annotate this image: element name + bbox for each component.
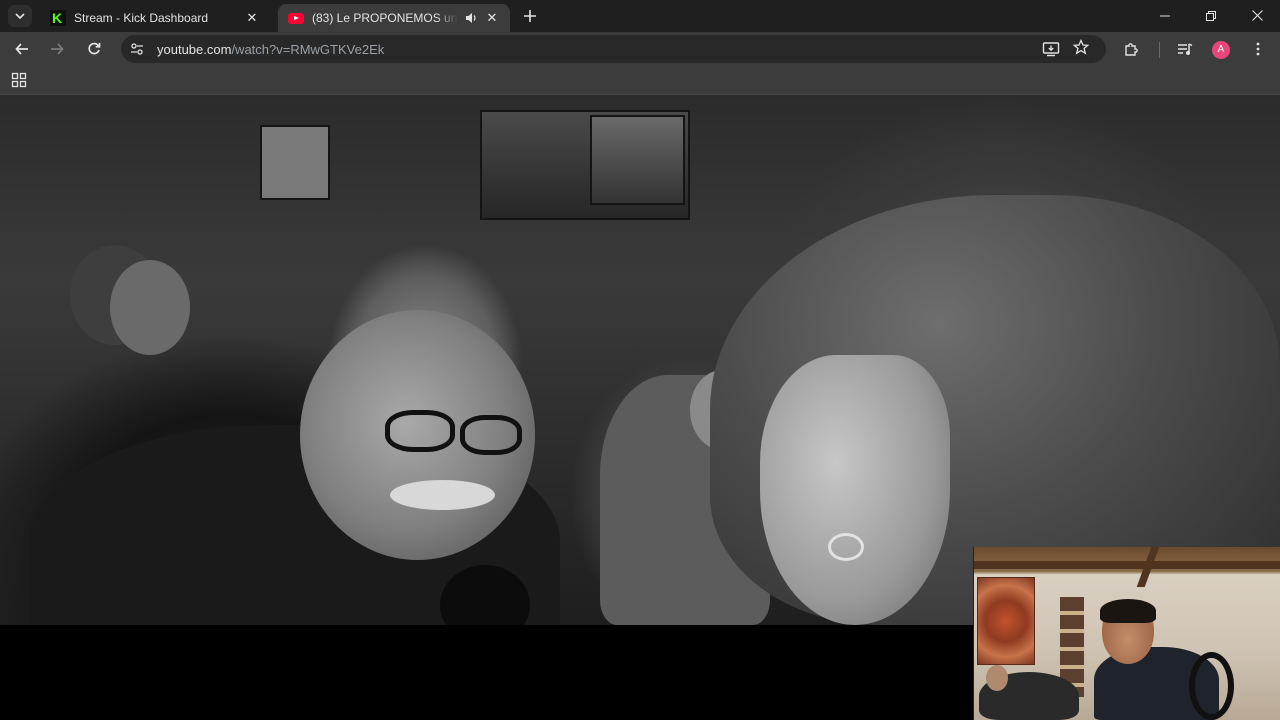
url-path: /watch?v=RMwGTKVe2Ek <box>231 42 385 57</box>
tab-youtube-video[interactable]: (83) Le PROPONEMOS un D ✕ <box>278 4 510 32</box>
close-tab-icon[interactable]: ✕ <box>484 10 500 26</box>
minimize-icon <box>1160 15 1170 17</box>
install-app-icon[interactable] <box>1042 40 1060 58</box>
tab-title: Stream - Kick Dashboard <box>74 11 209 25</box>
plus-icon <box>524 10 536 22</box>
close-window-button[interactable] <box>1234 0 1280 32</box>
profile-avatar[interactable]: A <box>1212 41 1230 59</box>
chair <box>1189 652 1234 720</box>
restore-button[interactable] <box>1188 0 1234 32</box>
toolbar: youtube.com/watch?v=RMwGTKVe2Ek A <box>0 32 1280 66</box>
interviewer-face <box>760 355 950 625</box>
background-person <box>110 260 190 355</box>
apps-grid-icon[interactable] <box>11 72 27 88</box>
bookmark-button[interactable] <box>1072 38 1090 57</box>
new-tab-button[interactable] <box>520 6 540 26</box>
webcam-overlay <box>973 547 1280 720</box>
toolbar-divider <box>1159 42 1160 58</box>
tab-title: (83) Le PROPONEMOS un D <box>312 11 458 25</box>
earring <box>828 533 864 561</box>
youtube-logo-icon <box>288 12 304 24</box>
glasses-lens <box>385 410 455 452</box>
wall-tapestry <box>977 577 1035 665</box>
arrow-left-icon <box>15 43 28 55</box>
arrow-right-icon <box>51 43 64 55</box>
close-tab-icon[interactable]: ✕ <box>244 10 260 26</box>
tune-icon[interactable] <box>129 41 145 57</box>
chevron-down-icon <box>15 13 25 20</box>
streamer-hair <box>1100 599 1156 623</box>
media-control-icon <box>1178 43 1193 55</box>
reload-icon <box>88 42 101 55</box>
browser-menu-button[interactable] <box>1245 36 1271 62</box>
url-text[interactable]: youtube.com/watch?v=RMwGTKVe2Ek <box>157 42 384 57</box>
forward-button[interactable] <box>44 36 70 62</box>
puzzle-icon <box>1125 43 1138 56</box>
restore-icon <box>1206 11 1216 21</box>
address-bar[interactable]: youtube.com/watch?v=RMwGTKVe2Ek <box>121 35 1106 63</box>
back-button[interactable] <box>9 36 35 62</box>
tab-strip: K Stream - Kick Dashboard ✕ (83) Le PROP… <box>0 0 1280 32</box>
glasses-lens <box>460 415 522 455</box>
bookmarks-bar <box>0 66 1280 95</box>
media-control-button[interactable] <box>1172 36 1198 62</box>
speaker-icon[interactable] <box>464 11 478 25</box>
kick-logo-icon: K <box>50 10 66 26</box>
browser-window: K Stream - Kick Dashboard ✕ (83) Le PROP… <box>0 0 1280 720</box>
tab-kick-dashboard[interactable]: K Stream - Kick Dashboard ✕ <box>40 4 270 32</box>
background-window <box>590 115 685 205</box>
person-in-background <box>986 665 1008 691</box>
video-player[interactable] <box>0 95 1280 625</box>
background-window <box>260 125 330 200</box>
close-icon <box>1251 10 1263 21</box>
mustache <box>390 480 495 510</box>
extensions-button[interactable] <box>1119 36 1145 62</box>
reload-button[interactable] <box>81 36 107 62</box>
minimize-button[interactable] <box>1142 0 1188 32</box>
star-icon <box>1072 38 1090 55</box>
kebab-menu-icon <box>1256 42 1260 56</box>
ceiling-beam <box>974 561 1280 569</box>
tab-search-button[interactable] <box>8 5 32 27</box>
url-host: youtube.com <box>157 42 232 57</box>
